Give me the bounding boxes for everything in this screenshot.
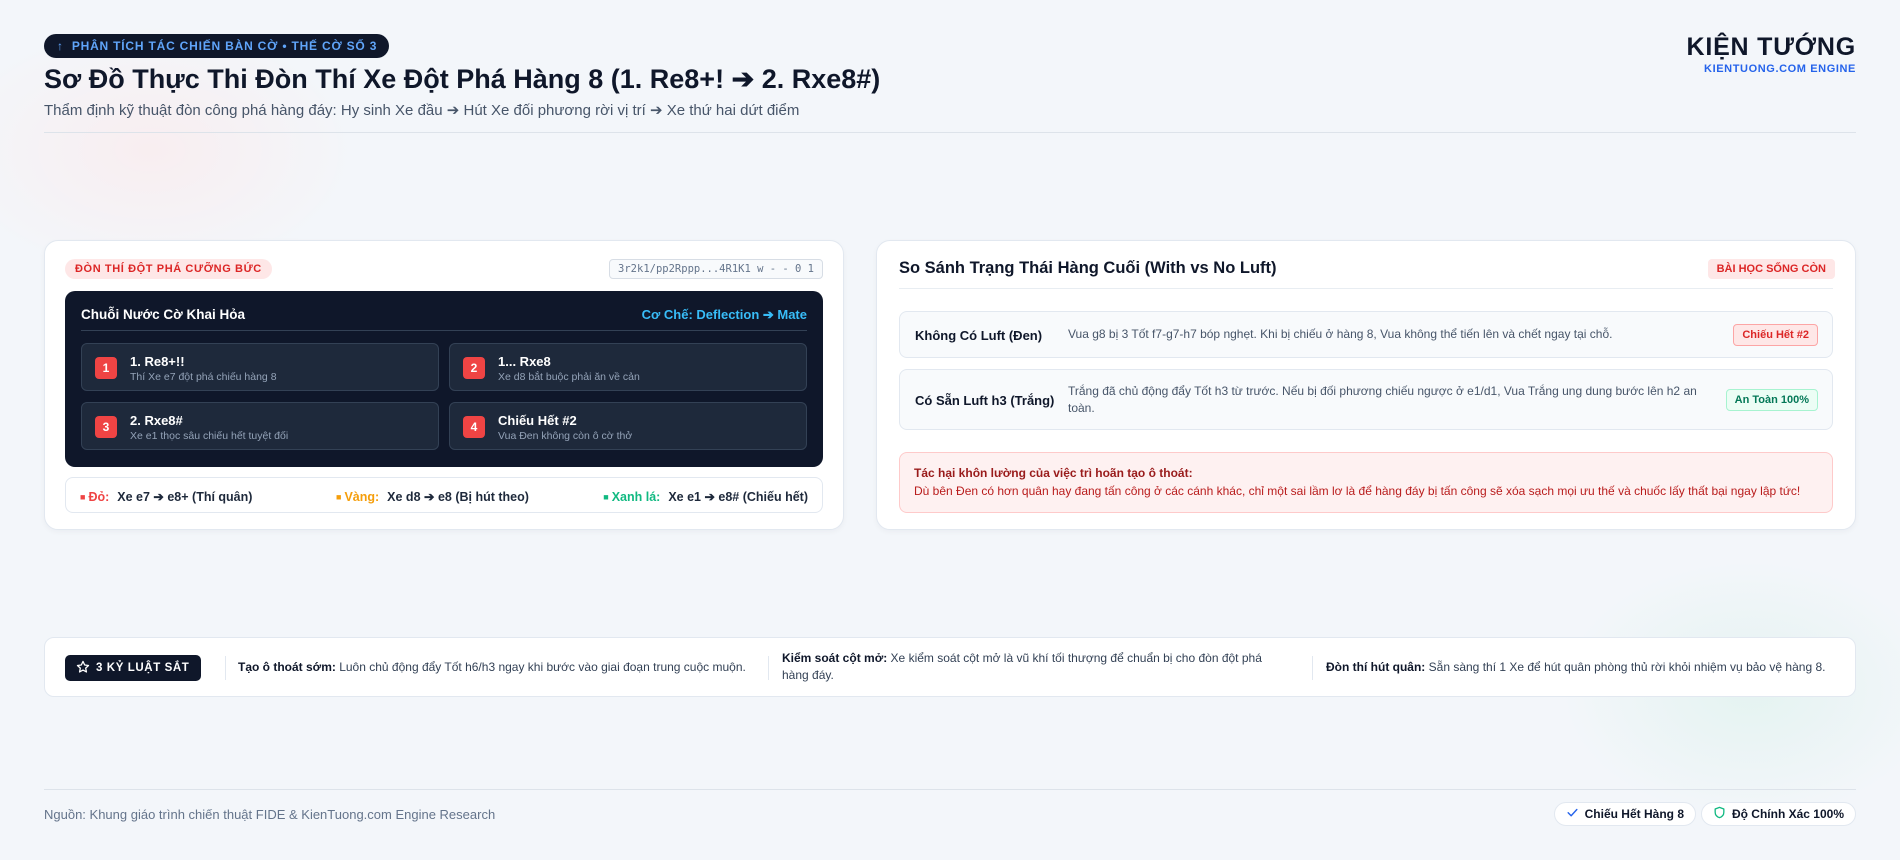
brand-name: KIỆN TƯỚNG (1686, 33, 1856, 61)
rules-badge-label: 3 KỶ LUẬT SẮT (96, 662, 190, 674)
comparison-row: Không Có Luft (Đen) Vua g8 bị 3 Tốt f7-g… (899, 311, 1833, 358)
legend-value: Xe e1 ➔ e8# (Chiếu hết) (668, 490, 808, 504)
footer-badge: Chiếu Hết Hàng 8 (1553, 802, 1696, 826)
step-number: 3 (95, 416, 117, 438)
move-desc: Xe d8 bắt buộc phải ăn về cản (498, 371, 640, 383)
rule-title: Kiểm soát cột mở: (782, 651, 888, 665)
footer-badge-label: Độ Chính Xác 100% (1731, 807, 1844, 821)
arrow-up-icon: ↑ (57, 39, 64, 53)
move-desc: Vua Đen không còn ô cờ thở (498, 430, 633, 442)
green-square-icon: ■ (603, 491, 609, 502)
legend-label: Vàng: (344, 489, 380, 504)
card-tag: ĐÒN THÍ ĐỘT PHÁ CƯỠNG BỨC (65, 259, 272, 279)
section-badge: ↑ PHÂN TÍCH TÁC CHIẾN BÀN CỜ • THẾ CỜ SỐ… (44, 34, 390, 58)
move-title: 2. Rxe8# (130, 413, 183, 428)
rules-badge: 3 KỶ LUẬT SẮT (65, 655, 202, 681)
divider (225, 656, 226, 680)
legend-value: Xe e7 ➔ e8+ (Thí quân) (117, 490, 253, 504)
warning-box: Tác hại khôn lường của việc trì hoãn tạo… (899, 452, 1833, 513)
red-square-icon: ■ (80, 491, 86, 502)
row-desc: Vua g8 bị 3 Tốt f7-g7-h7 bóp nghẹt. Khi … (1068, 327, 1613, 341)
status-badge: An Toàn 100% (1725, 389, 1818, 411)
section-badge-label: PHÂN TÍCH TÁC CHIẾN BÀN CỜ • THẾ CỜ SỐ 3 (71, 39, 378, 53)
comparison-row: Có Sẵn Luft h3 (Trắng) Trắng đã chủ động… (899, 369, 1833, 430)
divider (81, 330, 807, 331)
move-title: 1... Rxe8 (498, 354, 551, 369)
move-desc: Xe e1 thọc sâu chiếu hết tuyệt đối (130, 430, 289, 442)
move-step: 3 2. Rxe8# Xe e1 thọc sâu chiếu hết tuyệ… (81, 402, 439, 450)
rule-title: Tạo ô thoát sớm: (238, 660, 336, 674)
divider (899, 288, 1833, 289)
panel-title: Chuỗi Nước Cờ Khai Hỏa (81, 307, 245, 322)
yellow-square-icon: ■ (336, 491, 342, 502)
legend-item-yellow: ■ Vàng: Xe d8 ➔ e8 (Bị hút theo) (336, 489, 529, 505)
move-step: 4 Chiếu Hết #2 Vua Đen không còn ô cờ th… (449, 402, 807, 450)
rule-item: Kiểm soát cột mở: Xe kiểm soát cột mở là… (782, 650, 1282, 684)
rule-title: Đòn thí hút quân: (1326, 660, 1426, 674)
page-title: Sơ Đồ Thực Thi Đòn Thí Xe Đột Phá Hàng 8… (44, 64, 881, 94)
rule-item: Tạo ô thoát sớm: Luôn chủ động đẩy Tốt h… (238, 659, 746, 676)
card-title: So Sánh Trạng Thái Hàng Cuối (With vs No… (899, 259, 1277, 277)
card-tag: BÀI HỌC SỐNG CÒN (1707, 259, 1835, 279)
step-number: 4 (463, 416, 485, 438)
star-icon (76, 660, 90, 677)
legend-item-red: ■ Đỏ: Xe e7 ➔ e8+ (Thí quân) (80, 489, 253, 505)
shield-icon (1713, 806, 1726, 822)
move-title: 1. Re8+!! (130, 354, 185, 369)
sequence-card: ĐÒN THÍ ĐỘT PHÁ CƯỠNG BỨC 3r2k1/pp2Rppp.… (44, 240, 844, 530)
page-subtitle: Thẩm định kỹ thuật đòn công phá hàng đáy… (44, 102, 800, 119)
legend-item-green: ■ Xanh lá: Xe e1 ➔ e8# (Chiếu hết) (603, 489, 808, 505)
legend-label: Xanh lá: (611, 489, 661, 504)
rule-item: Đòn thí hút quân: Sẵn sàng thí 1 Xe để h… (1326, 659, 1825, 676)
color-legend: ■ Đỏ: Xe e7 ➔ e8+ (Thí quân) ■ Vàng: Xe … (65, 477, 823, 513)
divider (44, 789, 1856, 790)
rules-bar: 3 KỶ LUẬT SẮT Tạo ô thoát sớm: Luôn chủ … (44, 637, 1856, 697)
divider (44, 132, 1856, 133)
move-sequence-panel: Chuỗi Nước Cờ Khai Hỏa Cơ Chế: Deflectio… (65, 291, 823, 467)
source-note: Nguồn: Khung giáo trình chiến thuật FIDE… (44, 807, 496, 822)
move-desc: Thí Xe e7 đột phá chiếu hàng 8 (130, 371, 277, 383)
comparison-card: So Sánh Trạng Thái Hàng Cuối (With vs No… (876, 240, 1856, 530)
brand-sub: KIENTUONG.COM ENGINE (1704, 63, 1856, 75)
footer-badge-label: Chiếu Hết Hàng 8 (1584, 807, 1684, 821)
mechanism-label: Cơ Chế: Deflection ➔ Mate (641, 307, 807, 322)
brand: KIỆN TƯỚNG KIENTUONG.COM ENGINE (1686, 33, 1856, 75)
step-number: 2 (463, 357, 485, 379)
row-label: Có Sẵn Luft h3 (Trắng) (915, 393, 1055, 408)
step-number: 1 (95, 357, 117, 379)
row-label: Không Có Luft (Đen) (915, 328, 1043, 343)
legend-label: Đỏ: (88, 489, 110, 504)
page: ↑ PHÂN TÍCH TÁC CHIẾN BÀN CỜ • THẾ CỜ SỐ… (44, 0, 1856, 860)
rule-text: Sẵn sàng thí 1 Xe để hút quân phòng thủ … (1425, 660, 1826, 674)
warning-desc: Dù bên Đen có hơn quân hay đang tấn công… (914, 484, 1801, 498)
move-title: Chiếu Hết #2 (498, 413, 577, 428)
status-badge: Chiếu Hết #2 (1733, 324, 1818, 346)
legend-value: Xe d8 ➔ e8 (Bị hút theo) (387, 490, 529, 504)
move-step: 1 1. Re8+!! Thí Xe e7 đột phá chiếu hàng… (81, 343, 439, 391)
check-icon (1566, 806, 1579, 822)
warning-title: Tác hại khôn lường của việc trì hoãn tạo… (914, 466, 1193, 480)
footer-badge: Độ Chính Xác 100% (1700, 802, 1856, 826)
row-desc: Trắng đã chủ động đẩy Tốt h3 từ trước. N… (1068, 384, 1697, 415)
rule-text: Luôn chủ động đẩy Tốt h6/h3 ngay khi bướ… (335, 660, 746, 674)
move-step: 2 1... Rxe8 Xe d8 bắt buộc phải ăn về cả… (449, 343, 807, 391)
divider (1312, 656, 1313, 680)
divider (768, 656, 769, 680)
fen-string: 3r2k1/pp2Rppp...4R1K1 w - - 0 1 (609, 259, 823, 279)
